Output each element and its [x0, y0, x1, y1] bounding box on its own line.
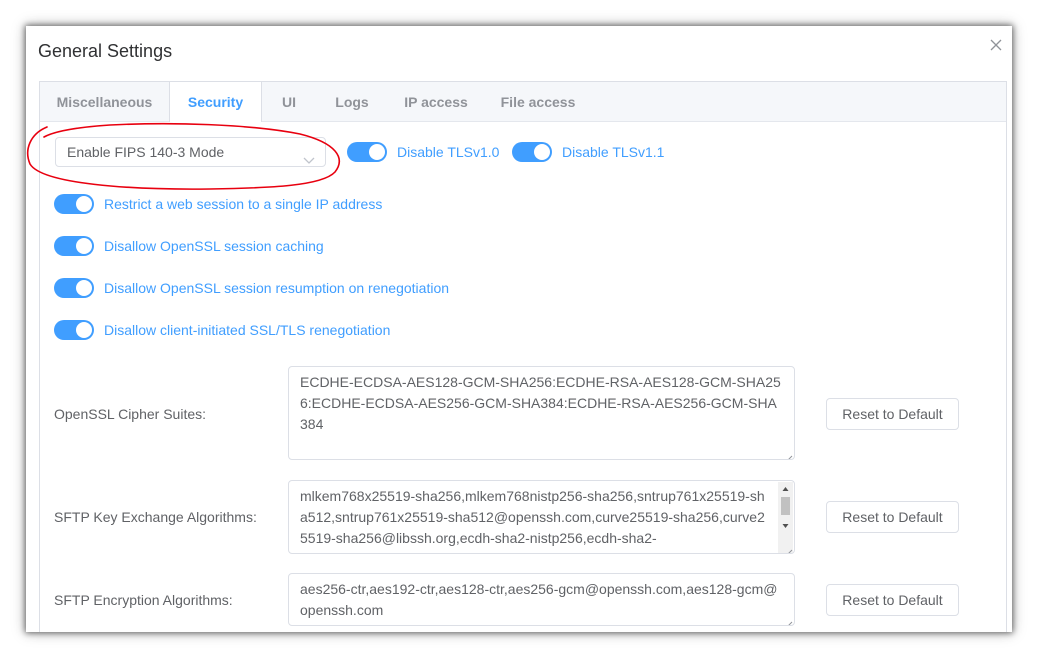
tab-file-access[interactable]: File access — [484, 82, 592, 121]
disallow-session-caching-label[interactable]: Disallow OpenSSL session caching — [104, 236, 324, 256]
cipher-suites-label: OpenSSL Cipher Suites: — [54, 406, 207, 422]
chevron-down-icon — [303, 147, 315, 164]
close-icon[interactable] — [988, 37, 1004, 53]
reset-cipher-suites-button[interactable]: Reset to Default — [826, 398, 959, 430]
disable-tlsv10-switch[interactable] — [347, 142, 387, 162]
switch-knob — [534, 144, 550, 160]
switch-knob — [76, 322, 92, 338]
disallow-client-renegotiation-label[interactable]: Disallow client-initiated SSL/TLS renego… — [104, 320, 390, 340]
fips-mode-select[interactable]: Enable FIPS 140-3 Mode — [55, 137, 326, 167]
cipher-suites-value: ECDHE-ECDSA-AES128-GCM-SHA256:ECDHE-RSA-… — [300, 374, 781, 432]
disallow-session-resumption-label[interactable]: Disallow OpenSSL session resumption on r… — [104, 278, 449, 298]
disable-tlsv10-label[interactable]: Disable TLSv1.0 — [397, 142, 499, 162]
restrict-session-ip-switch[interactable] — [54, 194, 94, 214]
tab-ui[interactable]: UI — [262, 82, 316, 121]
kex-algorithms-value: mlkem768x25519-sha256,mlkem768nistp256-s… — [300, 488, 765, 546]
reset-encryption-algorithms-button[interactable]: Reset to Default — [826, 584, 959, 616]
disallow-session-caching-switch[interactable] — [54, 236, 94, 256]
reset-kex-algorithms-button[interactable]: Reset to Default — [826, 501, 959, 533]
encryption-algorithms-textarea[interactable]: aes256-ctr,aes192-ctr,aes128-ctr,aes256-… — [288, 573, 795, 626]
disallow-session-resumption-switch[interactable] — [54, 278, 94, 298]
restrict-session-ip-label[interactable]: Restrict a web session to a single IP ad… — [104, 194, 382, 214]
switch-knob — [76, 280, 92, 296]
resize-handle-icon[interactable] — [784, 543, 793, 553]
disallow-client-renegotiation-switch[interactable] — [54, 320, 94, 340]
dialog-title: General Settings — [38, 41, 173, 61]
kex-algorithms-textarea[interactable]: mlkem768x25519-sha256,mlkem768nistp256-s… — [288, 480, 795, 554]
general-settings-dialog: General Settings Miscellaneous Security … — [26, 26, 1012, 632]
tab-security[interactable]: Security — [169, 82, 262, 122]
resize-handle-icon[interactable] — [784, 615, 793, 625]
disable-tlsv11-switch[interactable] — [512, 142, 552, 162]
kex-algorithms-label: SFTP Key Exchange Algorithms: — [54, 509, 257, 525]
tab-logs[interactable]: Logs — [316, 82, 388, 121]
encryption-algorithms-label: SFTP Encryption Algorithms: — [54, 592, 233, 608]
switch-knob — [369, 144, 385, 160]
switch-knob — [76, 238, 92, 254]
switch-knob — [76, 196, 92, 212]
fips-mode-value: Enable FIPS 140-3 Mode — [67, 144, 225, 160]
resize-handle-icon[interactable] — [784, 449, 793, 459]
settings-tabs: Miscellaneous Security UI Logs IP access… — [39, 81, 1007, 632]
tab-ip-access[interactable]: IP access — [388, 82, 484, 121]
cipher-suites-textarea[interactable]: ECDHE-ECDSA-AES128-GCM-SHA256:ECDHE-RSA-… — [288, 366, 795, 460]
encryption-algorithms-value: aes256-ctr,aes192-ctr,aes128-ctr,aes256-… — [300, 581, 778, 618]
tab-miscellaneous[interactable]: Miscellaneous — [40, 82, 169, 121]
tab-bar: Miscellaneous Security UI Logs IP access… — [40, 82, 1006, 122]
disable-tlsv11-label[interactable]: Disable TLSv1.1 — [562, 142, 664, 162]
